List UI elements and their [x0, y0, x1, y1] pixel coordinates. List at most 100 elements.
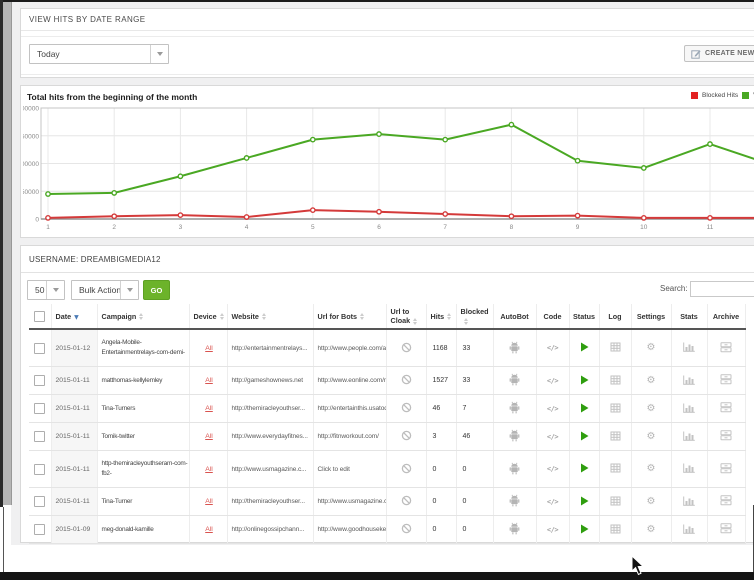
col-header-status[interactable]: Status	[569, 304, 599, 329]
bar-chart-icon[interactable]	[683, 431, 695, 441]
bots-url-cell[interactable]: http://entertainthis.usatod...	[313, 395, 386, 423]
ban-icon[interactable]	[401, 374, 412, 385]
code-icon[interactable]: </>	[547, 465, 558, 473]
website-cell[interactable]: http://themiracleyouthser...	[227, 395, 313, 423]
page-size-select[interactable]: 50	[27, 280, 65, 300]
col-header-url-for-bots[interactable]: Url for Bots	[313, 304, 386, 329]
code-icon[interactable]: </>	[547, 526, 558, 534]
android-icon[interactable]	[509, 494, 520, 507]
archive-icon[interactable]	[720, 402, 732, 413]
ban-icon[interactable]	[401, 342, 412, 353]
sort-toggle-icon[interactable]	[413, 318, 417, 325]
device-link[interactable]: All	[205, 466, 213, 473]
code-icon[interactable]: </>	[547, 498, 558, 506]
sort-toggle-icon[interactable]	[220, 313, 224, 320]
android-icon[interactable]	[509, 462, 520, 475]
sort-toggle-icon[interactable]	[262, 313, 266, 320]
gear-icon[interactable]: ⚙	[647, 431, 656, 442]
website-cell[interactable]: http://www.usmagazine.c...	[227, 451, 313, 488]
website-cell[interactable]: http://themiracleyouthser...	[227, 488, 313, 516]
ban-icon[interactable]	[401, 430, 412, 441]
create-new-campaign-button[interactable]: CREATE NEW CAMPAIGN	[684, 45, 754, 62]
col-header-log[interactable]: Log	[599, 304, 631, 329]
android-icon[interactable]	[509, 429, 520, 442]
grid-icon[interactable]	[610, 342, 621, 352]
bar-chart-icon[interactable]	[683, 524, 695, 534]
bots-url-cell[interactable]: http://www.usmagazine.c...	[313, 488, 386, 516]
grid-icon[interactable]	[610, 403, 621, 413]
code-icon[interactable]: </>	[547, 377, 558, 385]
ban-icon[interactable]	[401, 463, 412, 474]
bots-url-cell[interactable]: Click to edit	[313, 451, 386, 488]
code-icon[interactable]: </>	[547, 433, 558, 441]
device-link[interactable]: All	[205, 498, 213, 505]
android-icon[interactable]	[509, 341, 520, 354]
bar-chart-icon[interactable]	[683, 496, 695, 506]
archive-icon[interactable]	[720, 342, 732, 353]
col-header-date[interactable]: Date▼	[51, 304, 97, 329]
sort-toggle-icon[interactable]	[464, 318, 468, 325]
bar-chart-icon[interactable]	[683, 375, 695, 385]
website-cell[interactable]: http://entertainmentrelays...	[227, 329, 313, 367]
row-checkbox[interactable]	[34, 343, 45, 354]
android-icon[interactable]	[509, 401, 520, 414]
play-icon[interactable]	[580, 524, 589, 534]
scrollbar-strip[interactable]	[3, 2, 12, 505]
gear-icon[interactable]: ⚙	[647, 524, 656, 535]
go-button[interactable]: GO	[143, 280, 170, 300]
archive-icon[interactable]	[720, 374, 732, 385]
bar-chart-icon[interactable]	[683, 342, 695, 352]
android-icon[interactable]	[509, 373, 520, 386]
search-input[interactable]	[690, 281, 754, 297]
grid-icon[interactable]	[610, 431, 621, 441]
sort-desc-arrow[interactable]: ▼	[74, 314, 79, 321]
row-checkbox[interactable]	[34, 524, 45, 535]
bots-url-cell[interactable]: http://www.people.com/ar...	[313, 329, 386, 367]
col-header-settings[interactable]: Settings	[631, 304, 671, 329]
code-icon[interactable]: </>	[547, 405, 558, 413]
col-header-device[interactable]: Device	[189, 304, 227, 329]
row-checkbox[interactable]	[34, 403, 45, 414]
grid-icon[interactable]	[610, 496, 621, 506]
row-checkbox[interactable]	[34, 496, 45, 507]
gear-icon[interactable]: ⚙	[647, 342, 656, 353]
gear-icon[interactable]: ⚙	[647, 496, 656, 507]
archive-icon[interactable]	[720, 523, 732, 534]
row-checkbox[interactable]	[34, 464, 45, 475]
col-header-campaign[interactable]: Campaign	[97, 304, 189, 329]
col-header-stats[interactable]: Stats	[671, 304, 707, 329]
website-cell[interactable]: http://www.everydayfitnes...	[227, 423, 313, 451]
bar-chart-icon[interactable]	[683, 403, 695, 413]
row-checkbox[interactable]	[34, 375, 45, 386]
play-icon[interactable]	[580, 463, 589, 473]
grid-icon[interactable]	[610, 375, 621, 385]
row-checkbox[interactable]	[34, 431, 45, 442]
grid-icon[interactable]	[610, 524, 621, 534]
device-link[interactable]: All	[205, 405, 213, 412]
gear-icon[interactable]: ⚙	[647, 463, 656, 474]
archive-icon[interactable]	[720, 430, 732, 441]
col-header-blocked[interactable]: Blocked	[456, 304, 493, 329]
sort-toggle-icon[interactable]	[360, 313, 364, 320]
bulk-actions-select[interactable]: Bulk Actions	[71, 280, 139, 300]
device-link[interactable]: All	[205, 345, 213, 352]
gear-icon[interactable]: ⚙	[647, 403, 656, 414]
play-icon[interactable]	[580, 375, 589, 385]
col-header-hits[interactable]: Hits	[426, 304, 456, 329]
play-icon[interactable]	[580, 431, 589, 441]
play-icon[interactable]	[580, 403, 589, 413]
col-header-autobot[interactable]: AutoBot	[493, 304, 536, 329]
col-header-url-to-cloak[interactable]: Url to Cloak	[386, 304, 426, 329]
ban-icon[interactable]	[401, 495, 412, 506]
sort-toggle-icon[interactable]	[447, 313, 451, 320]
bots-url-cell[interactable]: http://www.eonline.com/n...	[313, 367, 386, 395]
play-icon[interactable]	[580, 496, 589, 506]
select-all-checkbox[interactable]	[34, 311, 45, 322]
col-header-code[interactable]: Code	[536, 304, 569, 329]
grid-icon[interactable]	[610, 463, 621, 473]
col-header-website[interactable]: Website	[227, 304, 313, 329]
device-link[interactable]: All	[205, 377, 213, 384]
date-range-select[interactable]: Today	[29, 44, 169, 64]
device-link[interactable]: All	[205, 526, 213, 533]
archive-icon[interactable]	[720, 463, 732, 474]
